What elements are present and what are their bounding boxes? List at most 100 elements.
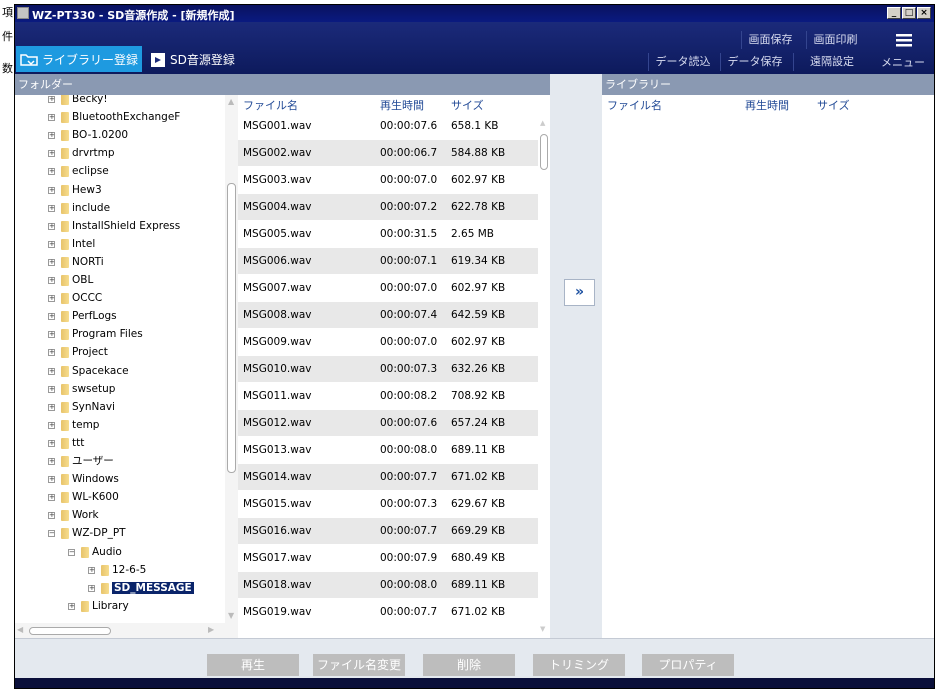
tree-item[interactable]: + Intel bbox=[15, 238, 225, 251]
tree-item[interactable]: + Spacekace bbox=[15, 365, 225, 378]
tree-item[interactable]: + WL-K600 bbox=[15, 491, 225, 504]
expand-toggle-icon[interactable]: + bbox=[48, 277, 55, 284]
expand-toggle-icon[interactable]: + bbox=[48, 168, 55, 176]
expand-toggle-icon[interactable]: − bbox=[68, 548, 75, 556]
tree-item[interactable]: + Work bbox=[15, 509, 225, 522]
tree-item[interactable]: + SD_MESSAGE bbox=[15, 580, 225, 595]
tree-item[interactable]: + drvrtmp bbox=[15, 147, 225, 160]
column-header-duration[interactable]: 再生時間 bbox=[380, 97, 424, 113]
expand-toggle-icon[interactable]: + bbox=[48, 258, 55, 266]
library-column-size[interactable]: サイズ bbox=[817, 97, 850, 113]
expand-toggle-icon[interactable]: + bbox=[48, 476, 55, 484]
file-scroll-up-icon[interactable]: ▲ bbox=[540, 119, 545, 127]
expand-toggle-icon[interactable]: + bbox=[48, 240, 55, 248]
delete-button[interactable]: 削除 bbox=[423, 654, 515, 676]
table-row[interactable]: MSG018.wav 00:00:08.0 689.11 KB bbox=[238, 572, 538, 598]
expand-toggle-icon[interactable]: + bbox=[88, 566, 95, 574]
maximize-button[interactable]: □ bbox=[902, 7, 916, 19]
tree-item[interactable]: + eclipse bbox=[15, 165, 225, 178]
expand-toggle-icon[interactable]: + bbox=[48, 150, 55, 158]
tab-sd-register[interactable]: SD音源登録 bbox=[143, 46, 251, 72]
tree-item[interactable]: + temp bbox=[15, 419, 225, 432]
tree-item[interactable]: + BluetoothExchangeF bbox=[15, 111, 225, 124]
table-row[interactable]: MSG007.wav 00:00:07.0 602.97 KB bbox=[238, 275, 538, 301]
expand-toggle-icon[interactable]: + bbox=[48, 186, 55, 194]
title-bar[interactable]: WZ-PT330 - SD音源作成 - [新規作成] _ □ × bbox=[15, 5, 934, 22]
tree-item[interactable]: − Audio bbox=[15, 546, 225, 559]
expand-toggle-icon[interactable]: + bbox=[48, 349, 55, 357]
table-row[interactable]: MSG005.wav 00:00:31.5 2.65 MB bbox=[238, 221, 538, 247]
tree-item[interactable]: + Program Files bbox=[15, 328, 225, 341]
expand-toggle-icon[interactable]: + bbox=[48, 494, 55, 502]
table-row[interactable]: MSG011.wav 00:00:08.2 708.92 KB bbox=[238, 383, 538, 409]
menu-button[interactable]: メニュー bbox=[877, 30, 933, 74]
table-row[interactable]: MSG016.wav 00:00:07.7 669.29 KB bbox=[238, 518, 538, 544]
tree-item[interactable]: + OBL bbox=[15, 274, 225, 287]
properties-button[interactable]: プロパティ bbox=[642, 654, 734, 676]
table-row[interactable]: MSG006.wav 00:00:07.1 619.34 KB bbox=[238, 248, 538, 274]
tree-item[interactable]: + Library bbox=[15, 600, 225, 613]
table-row[interactable]: MSG014.wav 00:00:07.7 671.02 KB bbox=[238, 464, 538, 490]
expand-toggle-icon[interactable]: + bbox=[48, 222, 55, 230]
scroll-left-icon[interactable]: ◀ bbox=[17, 625, 23, 634]
column-header-filename[interactable]: ファイル名 bbox=[243, 97, 298, 113]
expand-toggle-icon[interactable]: + bbox=[48, 367, 55, 375]
table-row[interactable]: MSG002.wav 00:00:06.7 584.88 KB bbox=[238, 140, 538, 166]
expand-toggle-icon[interactable]: + bbox=[48, 132, 55, 140]
tree-item[interactable]: + NORTi bbox=[15, 256, 225, 269]
close-button[interactable]: × bbox=[917, 7, 931, 19]
table-row[interactable]: MSG009.wav 00:00:07.0 602.97 KB bbox=[238, 329, 538, 355]
tree-item[interactable]: + PerfLogs bbox=[15, 310, 225, 323]
tree-item[interactable]: + Hew3 bbox=[15, 184, 225, 197]
tree-item[interactable]: + ユーザー bbox=[15, 455, 225, 468]
column-header-size[interactable]: サイズ bbox=[451, 97, 484, 113]
table-row[interactable]: MSG012.wav 00:00:07.6 657.24 KB bbox=[238, 410, 538, 436]
tree-item[interactable]: +12-6-5 bbox=[15, 564, 225, 577]
tree-item[interactable]: + BO-1.0200 bbox=[15, 129, 225, 142]
table-row[interactable]: MSG015.wav 00:00:07.3 629.67 KB bbox=[238, 491, 538, 517]
expand-toggle-icon[interactable]: + bbox=[68, 602, 75, 610]
expand-toggle-icon[interactable]: + bbox=[48, 512, 55, 520]
rename-button[interactable]: ファイル名変更 bbox=[313, 654, 405, 676]
expand-toggle-icon[interactable]: + bbox=[48, 439, 55, 447]
expand-toggle-icon[interactable]: + bbox=[48, 295, 55, 303]
expand-toggle-icon[interactable]: + bbox=[48, 403, 55, 411]
data-load-button[interactable]: データ読込 bbox=[648, 53, 717, 71]
play-button[interactable]: 再生 bbox=[207, 654, 299, 676]
tree-horizontal-scroll-thumb[interactable] bbox=[29, 627, 111, 635]
remote-settings-button[interactable]: 遠隔設定 bbox=[793, 53, 870, 71]
table-row[interactable]: MSG013.wav 00:00:08.0 689.11 KB bbox=[238, 437, 538, 463]
expand-toggle-icon[interactable]: + bbox=[48, 313, 55, 321]
table-row[interactable]: MSG017.wav 00:00:07.9 680.49 KB bbox=[238, 545, 538, 571]
expand-toggle-icon[interactable]: + bbox=[48, 458, 55, 465]
screen-save-button[interactable]: 画面保存 bbox=[741, 31, 799, 49]
file-list[interactable]: ファイル名 再生時間 サイズ MSG001.wav 00:00:07.6 658.1… bbox=[238, 95, 550, 638]
table-row[interactable]: MSG004.wav 00:00:07.2 622.78 KB bbox=[238, 194, 538, 220]
table-row[interactable]: MSG010.wav 00:00:07.3 632.26 KB bbox=[238, 356, 538, 382]
tree-item[interactable]: + InstallShield Express bbox=[15, 220, 225, 233]
table-row[interactable]: MSG001.wav 00:00:07.6 658.1 KB bbox=[238, 113, 538, 139]
add-to-library-button[interactable]: » bbox=[564, 279, 595, 306]
library-column-filename[interactable]: ファイル名 bbox=[607, 97, 662, 113]
expand-toggle-icon[interactable]: + bbox=[48, 114, 55, 122]
expand-toggle-icon[interactable]: + bbox=[48, 421, 55, 429]
folder-tree[interactable]: + Becky! + BluetoothExchangeF + BO-1.0200 + drv… bbox=[15, 95, 238, 638]
expand-toggle-icon[interactable]: − bbox=[48, 530, 55, 538]
minimize-button[interactable]: _ bbox=[887, 7, 901, 19]
expand-toggle-icon[interactable]: + bbox=[48, 96, 55, 103]
trimming-button[interactable]: トリミング bbox=[533, 654, 625, 676]
tree-item[interactable]: + Becky! bbox=[15, 95, 225, 106]
tree-item[interactable]: + Windows bbox=[15, 473, 225, 486]
table-row[interactable]: MSG008.wav 00:00:07.4 642.59 KB bbox=[238, 302, 538, 328]
scroll-down-icon[interactable]: ▼ bbox=[228, 611, 234, 620]
expand-toggle-icon[interactable]: + bbox=[48, 204, 55, 212]
tree-item[interactable]: + swsetup bbox=[15, 383, 225, 396]
tree-item[interactable]: + SynNavi bbox=[15, 401, 225, 414]
file-list-scroll-thumb[interactable] bbox=[540, 134, 548, 170]
scroll-right-icon[interactable]: ▶ bbox=[208, 625, 214, 634]
library-column-duration[interactable]: 再生時間 bbox=[745, 97, 789, 113]
scroll-up-icon[interactable]: ▲ bbox=[228, 97, 234, 106]
tree-item[interactable]: + ttt bbox=[15, 437, 225, 450]
tree-item[interactable]: + include bbox=[15, 202, 225, 215]
tree-item[interactable]: + Project bbox=[15, 346, 225, 359]
